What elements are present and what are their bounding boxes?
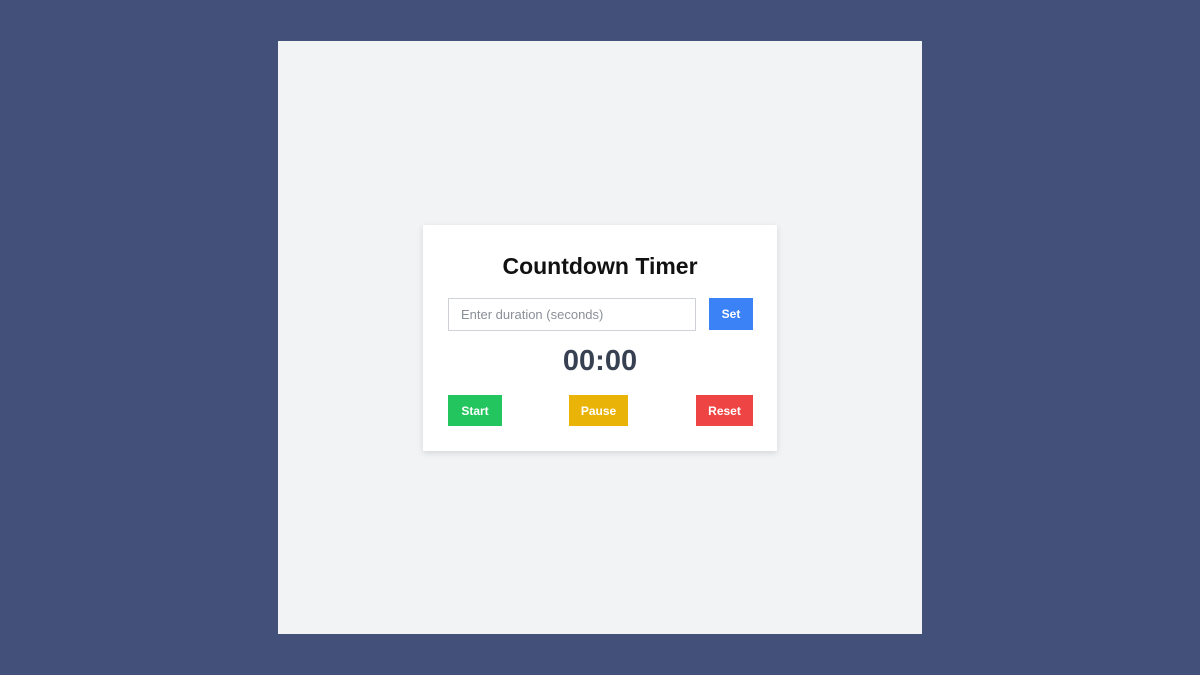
timer-card: Countdown Timer Set 00:00 Start Pause Re… — [423, 225, 777, 451]
duration-input[interactable] — [448, 298, 696, 331]
reset-button[interactable]: Reset — [696, 395, 753, 426]
page-title: Countdown Timer — [502, 253, 698, 279]
timer-display: 00:00 — [562, 345, 638, 377]
pause-button[interactable]: Pause — [569, 395, 628, 426]
start-button[interactable]: Start — [448, 395, 502, 426]
browser-viewport: Countdown Timer Set 00:00 Start Pause Re… — [278, 41, 922, 634]
set-button[interactable]: Set — [709, 298, 753, 330]
